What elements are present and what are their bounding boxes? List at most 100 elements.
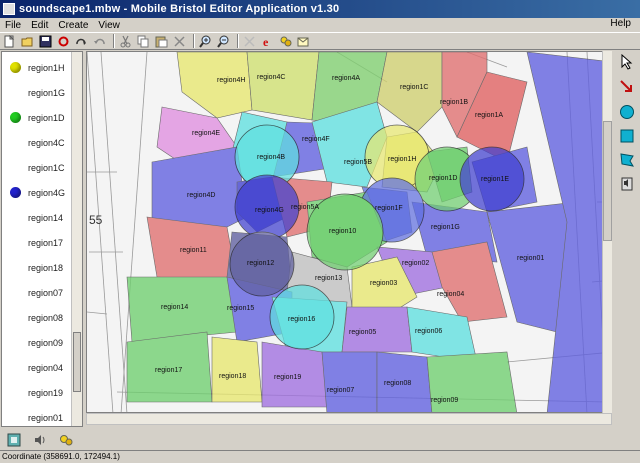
sidebar-item-label: region18 — [28, 262, 64, 273]
sidebar-item-region18[interactable]: region18 — [2, 255, 72, 280]
sidebar-scrollbar[interactable] — [71, 52, 82, 426]
region-label: region4G — [255, 207, 284, 214]
disabled-x-icon[interactable] — [242, 34, 257, 49]
sidebar-item-region4C[interactable]: region4C — [2, 130, 72, 155]
map-horizontal-scrollbar[interactable] — [86, 413, 612, 425]
speaker-icon[interactable] — [33, 433, 47, 448]
pointer-icon[interactable] — [618, 53, 636, 71]
indicator-placeholder — [10, 212, 21, 223]
sidebar-item-label: region08 — [28, 312, 64, 323]
sidebar-item-region08[interactable]: region08 — [2, 305, 72, 330]
sound-add-icon[interactable] — [59, 433, 73, 448]
indicator-placeholder — [10, 137, 21, 148]
sidebar-tools — [1, 430, 83, 450]
cut-icon[interactable] — [118, 34, 133, 49]
menu-create[interactable]: Create — [53, 20, 93, 31]
region-shape-07[interactable] — [321, 351, 378, 413]
map-vscroll-thumb[interactable] — [603, 121, 612, 241]
message-icon[interactable] — [296, 34, 311, 49]
sidebar-item-region4G[interactable]: region4G — [2, 180, 72, 205]
map-vertical-scrollbar[interactable] — [602, 51, 612, 413]
region-list[interactable]: region1H region1G region1D region4C region1C… — [1, 51, 83, 427]
window-title: soundscape1.mbw - Mobile Bristol Editor … — [19, 3, 340, 15]
sidebar-item-region07[interactable]: region07 — [2, 280, 72, 305]
map-canvas[interactable]: 55 region4H region4C region4A region1C r… — [86, 51, 612, 413]
menu-file[interactable]: File — [0, 20, 26, 31]
region-label: region4E — [192, 130, 220, 137]
open-folder-icon[interactable] — [20, 34, 35, 49]
region-label: region11 — [180, 247, 207, 254]
sidebar-item-label: region19 — [28, 387, 64, 398]
sidebar-item-label: region4C — [28, 137, 65, 148]
map-svg[interactable]: 55 region4H region4C region4A region1C r… — [87, 52, 612, 413]
region-label: region06 — [415, 328, 442, 335]
copy-icon[interactable] — [136, 34, 151, 49]
sidebar-item-region01[interactable]: region01 — [2, 405, 72, 426]
sidebar-item-region09[interactable]: region09 — [2, 330, 72, 355]
new-file-icon[interactable] — [2, 34, 17, 49]
sidebar-item-label: region07 — [28, 287, 64, 298]
move-arrow-icon[interactable] — [618, 77, 636, 95]
region-label: region1D — [429, 175, 457, 182]
region-shape-4C[interactable] — [246, 52, 320, 121]
rectangle-region-icon[interactable] — [618, 127, 636, 145]
undo-icon[interactable] — [56, 34, 71, 49]
region-label: region13 — [315, 275, 342, 282]
region-label: region18 — [219, 373, 246, 380]
region-shape-1C[interactable] — [376, 52, 443, 133]
region-shape-4H[interactable] — [176, 52, 253, 119]
region-shape-18[interactable] — [211, 336, 263, 403]
sidebar-item-label: region1C — [28, 162, 65, 173]
app-window: soundscape1.mbw - Mobile Bristol Editor … — [0, 0, 640, 462]
menu-edit[interactable]: Edit — [26, 20, 53, 31]
region-label: region12 — [247, 260, 274, 267]
sidebar-item-label: region17 — [28, 237, 64, 248]
indicator-placeholder — [10, 237, 21, 248]
menu-view[interactable]: View — [93, 20, 125, 31]
region-label: region16 — [288, 316, 315, 323]
toolbar-separator — [193, 34, 195, 48]
sidebar-item-label: region1H — [28, 62, 65, 73]
zoom-out-icon[interactable] — [216, 34, 231, 49]
menu-help[interactable]: Help — [605, 18, 636, 29]
sidebar-item-region14[interactable]: region14 — [2, 205, 72, 230]
region-label: region19 — [274, 374, 301, 381]
refresh-icon[interactable] — [92, 34, 107, 49]
polygon-region-icon[interactable] — [618, 151, 636, 169]
sidebar-item-region1D[interactable]: region1D — [2, 105, 72, 130]
paste-icon[interactable] — [154, 34, 169, 49]
region-label: region1B — [440, 99, 468, 106]
e-icon[interactable]: e — [260, 34, 275, 49]
region-shape-04[interactable] — [431, 241, 508, 323]
delete-icon[interactable] — [172, 34, 187, 49]
sidebar-item-region04[interactable]: region04 — [2, 355, 72, 380]
region-label: region4H — [217, 77, 245, 84]
sidebar-scroll-thumb[interactable] — [73, 332, 81, 392]
sidebar-item-label: region1G — [28, 87, 66, 98]
sidebar-item-region1G[interactable]: region1G — [2, 80, 72, 105]
save-icon[interactable] — [38, 34, 53, 49]
redo-icon[interactable] — [74, 34, 89, 49]
indicator-placeholder — [10, 287, 21, 298]
sound-region-icon[interactable] — [278, 34, 293, 49]
sound-properties-icon[interactable] — [618, 175, 636, 193]
status-bar: Coordinate (358691.0, 172494.1) — [0, 450, 640, 462]
sidebar-item-region1H[interactable]: region1H — [2, 55, 72, 80]
indicator-placeholder — [10, 337, 21, 348]
sidebar-item-region1C[interactable]: region1C — [2, 155, 72, 180]
indicator-placeholder — [10, 162, 21, 173]
sidebar-item-region17[interactable]: region17 — [2, 230, 72, 255]
teal-tool-icon[interactable] — [7, 433, 21, 448]
zoom-in-icon[interactable] — [198, 34, 213, 49]
svg-text:e: e — [263, 35, 269, 48]
indicator-placeholder — [10, 87, 21, 98]
region-label: region02 — [402, 260, 429, 267]
sidebar-item-region19[interactable]: region19 — [2, 380, 72, 405]
toolbar-separator — [113, 34, 115, 48]
region-label: region14 — [161, 304, 188, 311]
circle-region-icon[interactable] — [618, 103, 636, 121]
region-label: region1C — [400, 84, 428, 91]
region-label: region1A — [475, 112, 503, 119]
active-indicator-icon — [10, 187, 21, 198]
menu-bar: File Edit Create View Help — [0, 18, 640, 32]
